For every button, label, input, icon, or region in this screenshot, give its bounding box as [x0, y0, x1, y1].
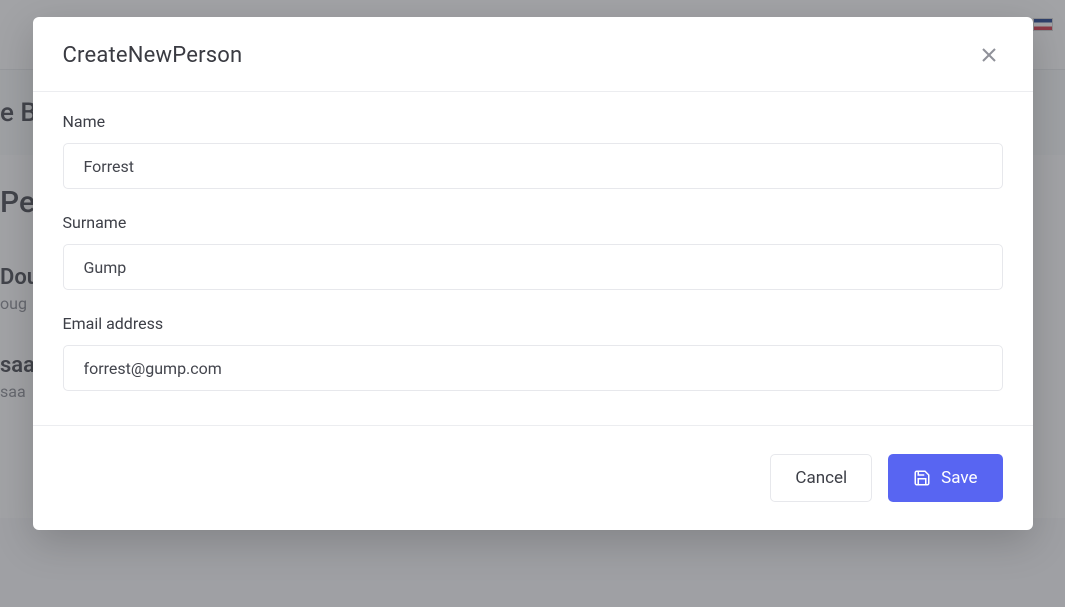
modal-overlay[interactable]: CreateNewPerson Name Surname Email addre… — [0, 0, 1065, 607]
cancel-button-label: Cancel — [795, 468, 847, 488]
email-field-group: Email address — [63, 314, 1003, 391]
create-person-modal: CreateNewPerson Name Surname Email addre… — [33, 17, 1033, 530]
close-button[interactable] — [975, 41, 1003, 69]
modal-title: CreateNewPerson — [63, 43, 243, 68]
name-field-group: Name — [63, 112, 1003, 189]
surname-field-group: Surname — [63, 213, 1003, 290]
surname-input[interactable] — [63, 244, 1003, 290]
save-button-label: Save — [941, 468, 977, 488]
email-label: Email address — [63, 314, 1003, 333]
modal-footer: Cancel Save — [33, 425, 1033, 530]
save-button[interactable]: Save — [888, 454, 1002, 502]
close-icon — [981, 47, 997, 63]
name-input[interactable] — [63, 143, 1003, 189]
surname-label: Surname — [63, 213, 1003, 232]
cancel-button[interactable]: Cancel — [770, 454, 872, 502]
email-input[interactable] — [63, 345, 1003, 391]
name-label: Name — [63, 112, 1003, 131]
save-icon — [913, 469, 931, 487]
modal-body: Name Surname Email address — [33, 92, 1033, 425]
modal-header: CreateNewPerson — [33, 17, 1033, 92]
